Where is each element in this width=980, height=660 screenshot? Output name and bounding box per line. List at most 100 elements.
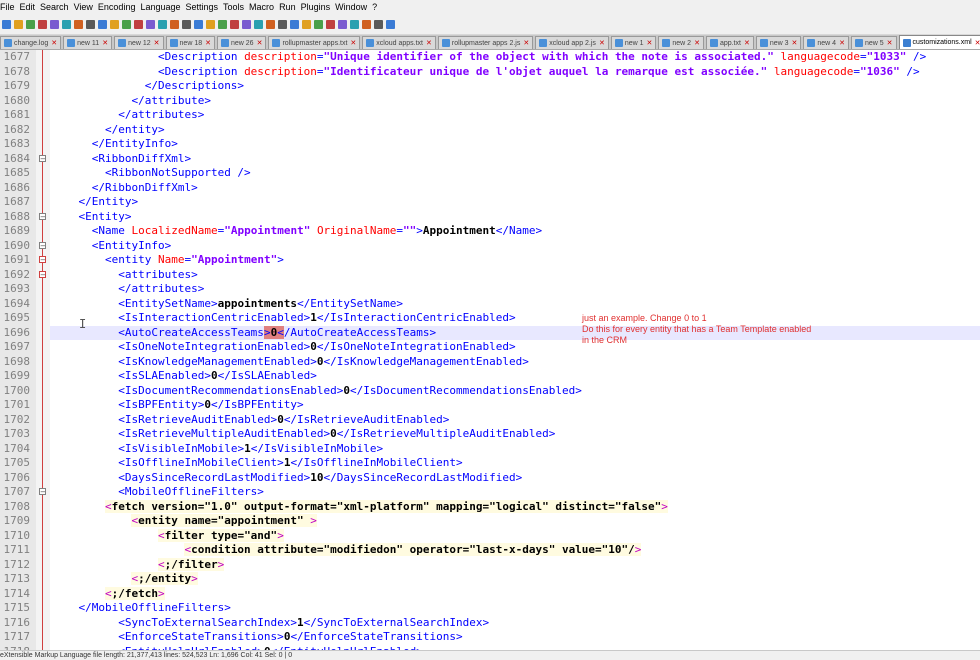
tab-change-log[interactable]: change.log ✕: [0, 36, 62, 49]
close-tab-icon[interactable]: ✕: [744, 39, 750, 47]
sync-h-icon[interactable]: [205, 19, 215, 29]
code-line[interactable]: 1713 <;/entity>: [0, 572, 980, 587]
tab-new-26[interactable]: new 26 ✕: [216, 36, 267, 49]
code-line[interactable]: 1703 <IsRetrieveMultipleAuditEnabled>0</…: [0, 427, 980, 442]
code-line[interactable]: 1700 <IsDocumentRecommendationsEnabled>0…: [0, 383, 980, 398]
menu-settings[interactable]: Settings: [186, 2, 224, 12]
close-tab-icon[interactable]: ✕: [647, 39, 653, 47]
menu-view[interactable]: View: [74, 2, 98, 12]
close-tab-icon[interactable]: ✕: [257, 39, 263, 47]
tab-rollupmaster-apps-txt[interactable]: rollupmaster apps.txt ✕: [268, 36, 361, 49]
code-line[interactable]: 1677 <Description description="Unique id…: [0, 50, 980, 65]
undo-icon[interactable]: [121, 19, 131, 29]
close-all-icon[interactable]: [61, 19, 71, 29]
code-line[interactable]: 1685 <RibbonNotSupported />: [0, 166, 980, 181]
code-line[interactable]: 1679 </Descriptions>: [0, 79, 980, 94]
code-line[interactable]: 1678 <Description description="Identific…: [0, 64, 980, 79]
fold-toggle-icon[interactable]: −: [39, 154, 46, 162]
sync-v-icon[interactable]: [193, 19, 203, 29]
print-icon[interactable]: [73, 19, 83, 29]
menu-run[interactable]: Run: [279, 2, 301, 12]
close-tab-icon[interactable]: ✕: [154, 39, 160, 47]
zoom-out-icon[interactable]: [181, 19, 191, 29]
code-line[interactable]: 1691− <entity Name="Appointment">: [0, 253, 980, 268]
fold-toggle-icon[interactable]: −: [39, 241, 46, 249]
new-file-icon[interactable]: [1, 19, 11, 29]
tab-new-2[interactable]: new 2 ✕: [658, 36, 704, 49]
code-line[interactable]: 1693 </attributes>: [0, 282, 980, 297]
code-line[interactable]: 1707− <MobileOfflineFilters>: [0, 485, 980, 500]
menu-encoding[interactable]: Encoding: [98, 2, 141, 12]
code-line[interactable]: 1714 <;/fetch>: [0, 586, 980, 601]
play-multi-icon[interactable]: [349, 19, 359, 29]
tab-new-3[interactable]: new 3 ✕: [755, 36, 802, 49]
doc-map-icon[interactable]: [265, 19, 275, 29]
code-line[interactable]: 1683 </EntityInfo>: [0, 137, 980, 152]
close-tab-icon[interactable]: ✕: [350, 39, 356, 47]
tab-new-4[interactable]: new 4 ✕: [803, 36, 849, 49]
close-tab-icon[interactable]: ✕: [426, 39, 432, 47]
code-line[interactable]: 1699 <IsSLAEnabled>0</IsSLAEnabled>: [0, 369, 980, 384]
save-all-icon[interactable]: [37, 19, 47, 29]
close-tab-icon[interactable]: ✕: [205, 39, 211, 47]
code-line[interactable]: 1684− <RibbonDiffXml>: [0, 151, 980, 166]
menu-search[interactable]: Search: [40, 2, 74, 12]
code-line[interactable]: 1708 <fetch version="1.0" output-format=…: [0, 499, 980, 514]
menu-plugins[interactable]: Plugins: [301, 2, 336, 12]
tab-new-1[interactable]: new 1 ✕: [610, 36, 657, 49]
code-line[interactable]: 1702 <IsRetrieveAuditEnabled>0</IsRetrie…: [0, 412, 980, 427]
folder-icon[interactable]: [289, 19, 299, 29]
zoom-in-icon[interactable]: [169, 19, 179, 29]
tab-app-txt[interactable]: app.txt ✕: [705, 36, 754, 49]
copy-icon[interactable]: [97, 19, 107, 29]
compare-icon[interactable]: [373, 19, 383, 29]
all-chars-icon[interactable]: [229, 19, 239, 29]
code-line[interactable]: 1709 <entity name="appointment" >: [0, 514, 980, 529]
menu-window[interactable]: Window: [335, 2, 372, 12]
code-line[interactable]: 1682 </entity>: [0, 122, 980, 137]
code-line[interactable]: 1711 <condition attribute="modifiedon" o…: [0, 543, 980, 558]
code-line[interactable]: 1705 <IsOfflineInMobileClient>1</IsOffli…: [0, 456, 980, 471]
code-line[interactable]: 1688− <Entity>: [0, 209, 980, 224]
close-tab-icon[interactable]: ✕: [599, 39, 605, 47]
redo-icon[interactable]: [133, 19, 143, 29]
close-icon[interactable]: [49, 19, 59, 29]
menu-[interactable]: ?: [372, 2, 382, 12]
close-tab-icon[interactable]: ✕: [792, 39, 798, 47]
menu-edit[interactable]: Edit: [20, 2, 41, 12]
close-tab-icon[interactable]: ✕: [694, 39, 700, 47]
fold-toggle-icon[interactable]: −: [39, 270, 46, 278]
lang-icon[interactable]: [253, 19, 263, 29]
tab-new-11[interactable]: new 11 ✕: [63, 36, 113, 49]
code-line[interactable]: 1701 <IsBPFEntity>0</IsBPFEntity>: [0, 398, 980, 413]
close-tab-icon[interactable]: ✕: [102, 39, 108, 47]
code-line[interactable]: 1694 <EntitySetName>appointments</Entity…: [0, 296, 980, 311]
indent-guide-icon[interactable]: [241, 19, 251, 29]
play-icon[interactable]: [337, 19, 347, 29]
stop-icon[interactable]: [325, 19, 335, 29]
close-tab-icon[interactable]: ✕: [523, 39, 529, 47]
plugin-icon[interactable]: [385, 19, 395, 29]
tab-customizations-xml[interactable]: customizations.xml ✕: [898, 35, 980, 49]
tab-new-12[interactable]: new 12 ✕: [114, 36, 164, 49]
paste-icon[interactable]: [109, 19, 119, 29]
close-tab-icon[interactable]: ✕: [975, 39, 980, 47]
code-line[interactable]: 1717 <EnforceStateTransitions>0</Enforce…: [0, 630, 980, 645]
menu-language[interactable]: Language: [140, 2, 185, 12]
code-line[interactable]: 1698 <IsKnowledgeManagementEnabled>0</Is…: [0, 354, 980, 369]
code-line[interactable]: 1690− <EntityInfo>: [0, 238, 980, 253]
wrap-icon[interactable]: [217, 19, 227, 29]
code-line[interactable]: 1712 <;/filter>: [0, 557, 980, 572]
replace-icon[interactable]: [157, 19, 167, 29]
code-editor[interactable]: 1677 <Description description="Unique id…: [0, 50, 980, 650]
code-line[interactable]: 1680 </attribute>: [0, 93, 980, 108]
code-line[interactable]: 1696 <AutoCreateAccessTeams>0</AutoCreat…: [0, 325, 980, 340]
close-tab-icon[interactable]: ✕: [887, 39, 893, 47]
record-icon[interactable]: [313, 19, 323, 29]
code-line[interactable]: 1692− <attributes>: [0, 267, 980, 282]
code-line[interactable]: 1687 </Entity>: [0, 195, 980, 210]
tab-xcloud-apps-txt[interactable]: xcloud apps.txt ✕: [362, 36, 436, 49]
close-tab-icon[interactable]: ✕: [839, 39, 845, 47]
save-macro-icon[interactable]: [361, 19, 371, 29]
code-line[interactable]: 1686 </RibbonDiffXml>: [0, 180, 980, 195]
